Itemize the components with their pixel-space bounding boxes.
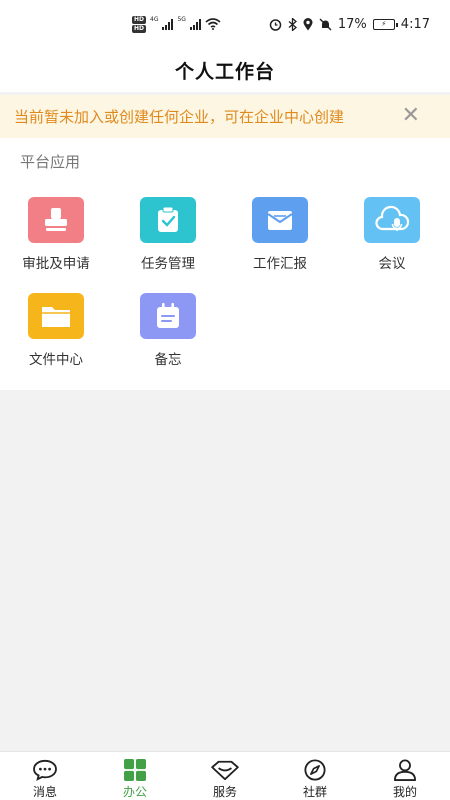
bluetooth-icon [288,17,297,31]
notice-text: 当前暂未加入或创建任何企业，可在企业中心创建 [14,108,345,126]
tab-label: 我的 [392,785,417,799]
mute-icon [319,18,332,30]
app-memo[interactable]: 备忘 [112,293,224,368]
clipboard-check-icon [140,197,196,243]
folder-icon [28,293,84,339]
app-label: 审批及申请 [22,256,90,272]
section-title: 平台应用 [20,153,81,171]
diamond-icon [211,760,239,781]
tab-mine[interactable]: 我的 [360,752,450,800]
app-label: 任务管理 [141,256,195,272]
tab-label: 社群 [302,785,327,799]
tab-messages[interactable]: 消息 [0,752,90,800]
notice-banner: 当前暂未加入或创建任何企业，可在企业中心创建 ✕ [0,95,450,138]
wifi-icon [205,18,221,30]
stamp-icon [28,197,84,243]
app-label: 备忘 [154,352,182,368]
app-label: 会议 [378,256,406,272]
tab-label: 办公 [122,785,147,799]
tab-community[interactable]: 社群 [270,752,360,800]
location-icon [303,17,313,30]
tab-office[interactable]: 办公 [90,752,180,800]
platform-apps-panel: 平台应用 审批及申请 任务管理 工作汇报 会议 文件中心 备忘 [0,138,450,390]
tab-label: 消息 [32,785,57,799]
network-type-2: 5G [177,16,186,23]
status-bar: HD HD 4G 5G 17% ⚡ 4:17 [0,0,450,48]
app-label: 工作汇报 [253,256,307,272]
compass-icon [304,759,326,781]
cloud-mic-icon [364,197,420,243]
calendar-note-icon [140,293,196,339]
app-task-management[interactable]: 任务管理 [112,197,224,272]
network-type-1: 4G [150,16,159,23]
tab-services[interactable]: 服务 [180,752,270,800]
clock: 4:17 [400,16,430,32]
hd-badge-1: HD [132,15,147,24]
close-icon[interactable]: ✕ [402,104,420,128]
battery-percent: 17% [337,16,367,32]
tab-label: 服务 [212,785,237,799]
grid-icon [124,759,146,781]
bottom-tab-bar: 消息 办公 服务 社群 我的 [0,751,450,800]
user-icon [394,759,417,781]
system-indicators: 17% ⚡ 4:17 [269,17,430,32]
mail-icon [252,197,308,243]
signal-icon [189,18,201,30]
app-meeting[interactable]: 会议 [336,197,448,272]
app-file-center[interactable]: 文件中心 [0,293,112,368]
network-indicators: HD HD 4G 5G [132,15,221,33]
battery-icon: ⚡ [372,18,398,30]
app-label: 文件中心 [29,352,83,368]
alarm-icon [269,18,282,31]
title-bar: 个人工作台 [0,48,450,92]
signal-icon [162,18,174,30]
hd-badge-2: HD [132,24,147,33]
app-work-report[interactable]: 工作汇报 [224,197,336,272]
page-title: 个人工作台 [174,60,275,83]
app-approval[interactable]: 审批及申请 [0,197,112,272]
chat-bubble-icon [33,759,57,781]
